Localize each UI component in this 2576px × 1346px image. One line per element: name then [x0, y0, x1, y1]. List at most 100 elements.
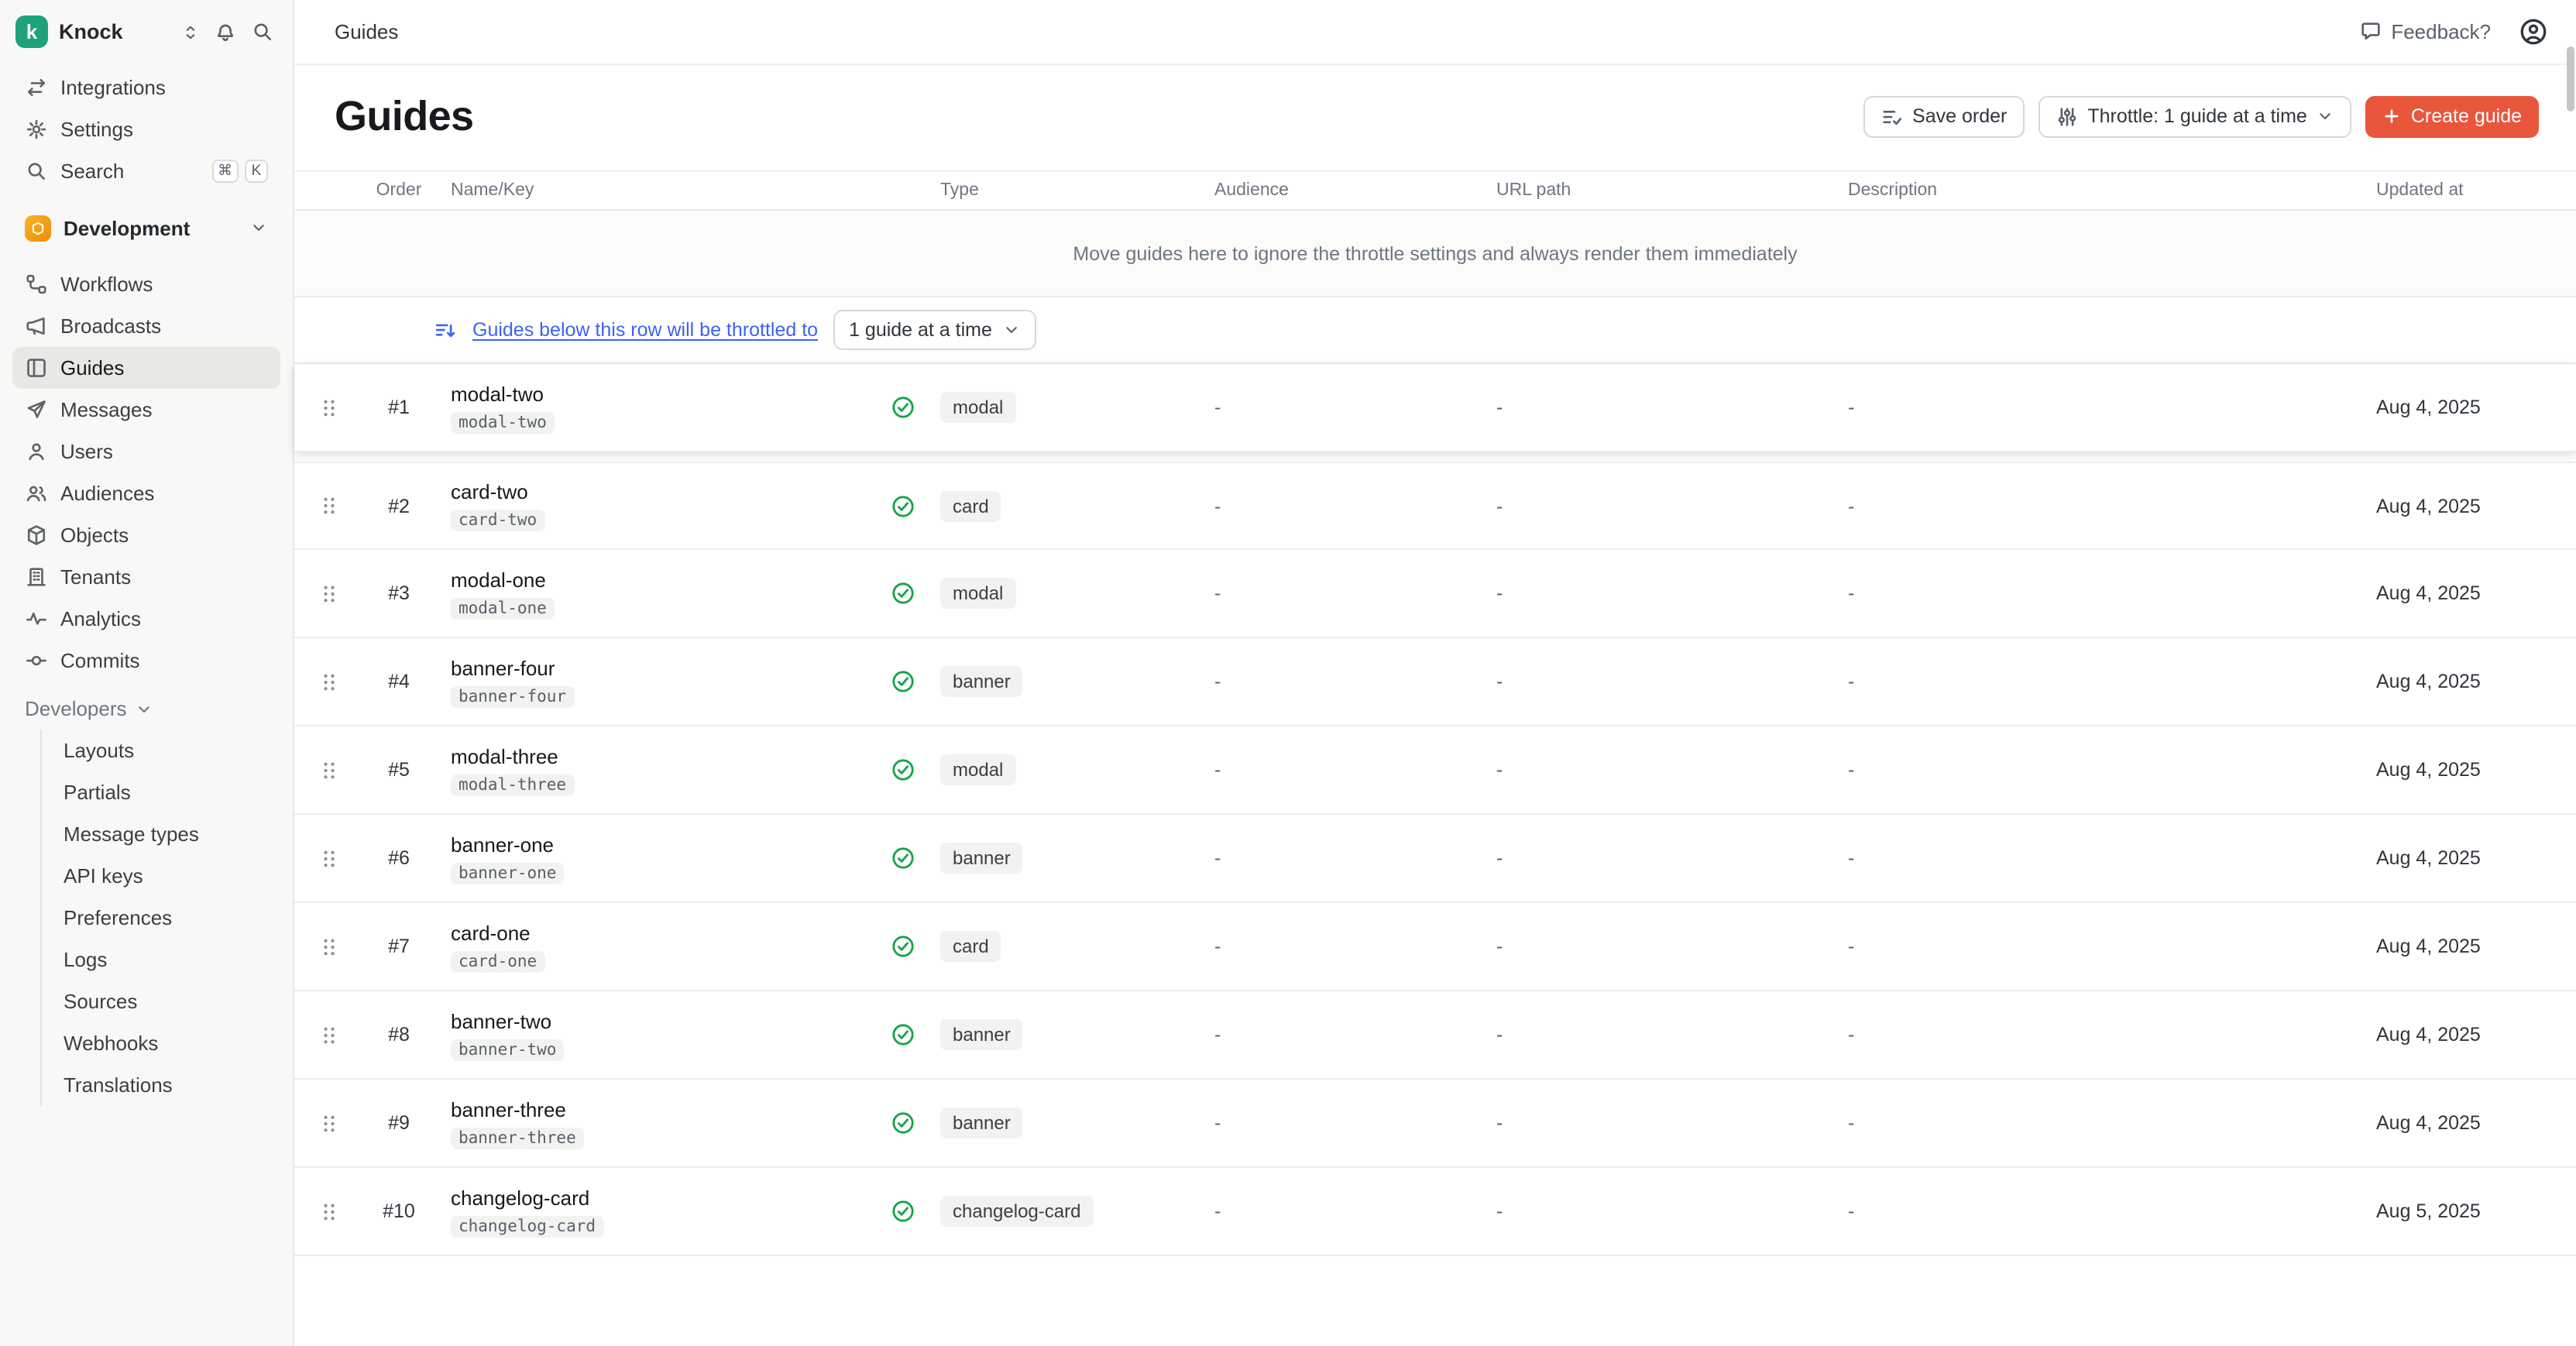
sidebar-item-label: Broadcasts — [60, 314, 161, 338]
guide-key: banner-two — [451, 1039, 564, 1060]
sidebar-item-audiences[interactable]: Audiences — [12, 472, 280, 514]
table-row[interactable]: #9 banner-three banner-three banner - - … — [294, 1080, 2576, 1168]
sidebar-item-commits[interactable]: Commits — [12, 640, 280, 682]
sidebar-item-translations[interactable]: Translations — [42, 1064, 293, 1106]
guide-name[interactable]: banner-four — [451, 656, 866, 679]
environment-cube-icon — [29, 219, 46, 236]
sidebar-item-message-types[interactable]: Message types — [42, 813, 293, 855]
check-circle-icon — [891, 669, 915, 694]
sidebar-item-workflows[interactable]: Workflows — [12, 263, 280, 305]
table-row[interactable]: #3 modal-one modal-one modal - - - Aug 4… — [294, 550, 2576, 638]
page-title: Guides — [335, 93, 473, 139]
save-order-label: Save order — [1912, 105, 2007, 127]
row-description: - — [1839, 1024, 2367, 1046]
sidebar-item-broadcasts[interactable]: Broadcasts — [12, 305, 280, 347]
throttle-divider-select[interactable]: 1 guide at a time — [833, 310, 1037, 350]
type-badge: banner — [940, 1107, 1023, 1138]
throttle-divider-link[interactable]: Guides below this row will be throttled … — [472, 319, 818, 341]
drag-handle[interactable] — [294, 1111, 356, 1135]
brand-name: Knock — [59, 20, 123, 43]
table-body: #1 modal-two modal-two modal - - - Aug 4… — [294, 364, 2576, 1256]
sidebar-item-sources[interactable]: Sources — [42, 980, 293, 1022]
unthrottled-dropzone[interactable]: Move guides here to ignore the throttle … — [294, 211, 2576, 297]
table-row[interactable]: #2 card-two card-two card - - - Aug 4, 2… — [294, 462, 2576, 550]
row-url-path: - — [1487, 671, 1839, 692]
guide-name[interactable]: modal-one — [451, 568, 866, 591]
row-status-cell — [875, 934, 931, 959]
sidebar-item-integrations[interactable]: Integrations — [12, 67, 280, 108]
guide-name[interactable]: banner-one — [451, 833, 866, 856]
chevron-down-icon — [2317, 107, 2335, 125]
sidebar-item-search[interactable]: Search⌘K — [12, 150, 280, 192]
table-row[interactable]: #4 banner-four banner-four banner - - - … — [294, 638, 2576, 726]
guide-name[interactable]: banner-three — [451, 1097, 866, 1121]
guide-name[interactable]: modal-two — [451, 382, 866, 405]
feedback-button[interactable]: Feedback? — [2358, 20, 2491, 43]
sidebar-item-label: Analytics — [60, 607, 141, 630]
row-status-cell — [875, 581, 931, 606]
drag-handle[interactable] — [294, 670, 356, 693]
sidebar-item-messages[interactable]: Messages — [12, 389, 280, 431]
table-row[interactable]: #6 banner-one banner-one banner - - - Au… — [294, 815, 2576, 903]
sidebar-item-tenants[interactable]: Tenants — [12, 556, 280, 598]
row-name-key-cell: card-one card-one — [441, 921, 875, 972]
sidebar-item-label: Guides — [60, 356, 124, 379]
sidebar-item-settings[interactable]: Settings — [12, 108, 280, 150]
sliders-icon — [2055, 105, 2078, 128]
sidebar-item-api-keys[interactable]: API keys — [42, 855, 293, 897]
guides-table: Order Name/Key Type Audience URL path De… — [294, 170, 2576, 1256]
row-updated: Aug 4, 2025 — [2367, 936, 2576, 957]
drag-handle[interactable] — [294, 396, 356, 419]
drag-handle[interactable] — [294, 494, 356, 517]
sidebar-item-objects[interactable]: Objects — [12, 514, 280, 556]
sidebar-item-preferences[interactable]: Preferences — [42, 897, 293, 939]
guide-name[interactable]: card-two — [451, 480, 866, 503]
sidebar-item-webhooks[interactable]: Webhooks — [42, 1022, 293, 1064]
row-description: - — [1839, 1200, 2367, 1222]
table-row[interactable]: #1 modal-two modal-two modal - - - Aug 4… — [294, 364, 2576, 452]
drag-handle-icon — [317, 846, 340, 870]
guide-name[interactable]: card-one — [451, 921, 866, 944]
drag-handle[interactable] — [294, 1200, 356, 1223]
drag-handle[interactable] — [294, 1023, 356, 1046]
expand-sidebar-icon[interactable] — [181, 20, 200, 43]
drag-handle[interactable] — [294, 582, 356, 605]
table-row[interactable]: #7 card-one card-one card - - - Aug 4, 2… — [294, 903, 2576, 991]
row-status-cell — [875, 846, 931, 870]
sidebar-item-guides[interactable]: Guides — [12, 347, 280, 389]
column-header-updated-at: Updated at — [2367, 181, 2576, 200]
environment-switcher[interactable]: Development — [12, 204, 280, 251]
notifications-bell-icon[interactable] — [214, 20, 237, 43]
developers-section-toggle[interactable]: Developers — [0, 682, 293, 726]
scrollbar-thumb[interactable] — [2567, 46, 2574, 112]
user-menu-button[interactable] — [2519, 17, 2548, 46]
table-row[interactable]: #8 banner-two banner-two banner - - - Au… — [294, 991, 2576, 1080]
sidebar-item-analytics[interactable]: Analytics — [12, 598, 280, 640]
guide-name[interactable]: changelog-card — [451, 1186, 866, 1209]
drag-handle-icon — [317, 1200, 340, 1223]
table-row[interactable]: #10 changelog-card changelog-card change… — [294, 1168, 2576, 1256]
guide-name[interactable]: banner-two — [451, 1009, 866, 1032]
sidebar-item-layouts[interactable]: Layouts — [42, 730, 293, 771]
type-badge: modal — [940, 392, 1015, 423]
create-guide-button[interactable]: Create guide — [2366, 95, 2539, 137]
messages-icon — [25, 398, 48, 421]
row-url-path: - — [1487, 1200, 1839, 1222]
table-row[interactable]: #5 modal-three modal-three modal - - - A… — [294, 726, 2576, 815]
guide-key: banner-one — [451, 862, 564, 884]
sidebar-item-logs[interactable]: Logs — [42, 939, 293, 980]
drag-handle[interactable] — [294, 846, 356, 870]
row-description: - — [1839, 671, 2367, 692]
guides-icon — [25, 356, 48, 379]
type-badge: banner — [940, 1019, 1023, 1050]
page-header: Guides Save order Throttle: 1 guide at a… — [294, 65, 2576, 170]
sidebar-item-users[interactable]: Users — [12, 431, 280, 472]
sidebar-item-partials[interactable]: Partials — [42, 771, 293, 813]
drag-handle[interactable] — [294, 935, 356, 958]
search-icon[interactable] — [251, 20, 274, 43]
guide-name[interactable]: modal-three — [451, 744, 866, 767]
save-order-button[interactable]: Save order — [1863, 95, 2024, 137]
throttle-dropdown-button[interactable]: Throttle: 1 guide at a time — [2038, 95, 2352, 137]
drag-handle[interactable] — [294, 758, 356, 781]
check-circle-icon — [891, 934, 915, 959]
